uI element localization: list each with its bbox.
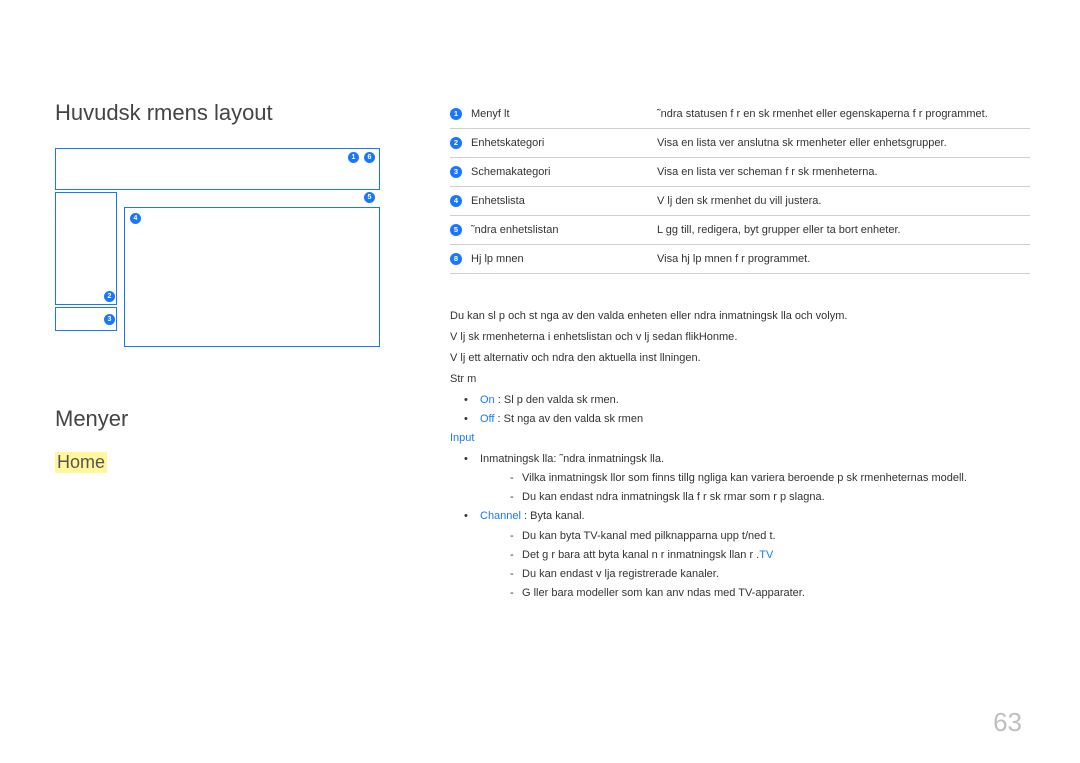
text: : Byta kanal. xyxy=(521,510,585,522)
list-item: Off : St nga av den valda sk rmen xyxy=(450,411,1030,428)
paragraph: V lj sk rmenheterna i enhetslistan och v… xyxy=(450,329,1030,346)
diagram-marker-4: 4 xyxy=(130,213,141,224)
list-item: Det g r bara att byta kanal n r inmatnin… xyxy=(480,547,1030,564)
legend-label: Schemakategori xyxy=(471,166,636,178)
paragraph: V lj ett alternativ och ndra den aktuell… xyxy=(450,350,1030,367)
text: : Sl p den valda sk rmen. xyxy=(495,394,619,406)
legend-desc: V lj den sk rmenhet du vill justera. xyxy=(657,195,1030,207)
diagram-box-main xyxy=(124,207,380,347)
home-description: Du kan sl p och st nga av den valda enhe… xyxy=(450,308,1030,602)
list-item: Vilka inmatningsk llor som finns tillg n… xyxy=(480,470,1030,487)
content-columns: Huvudsk rmens layout 1 6 5 4 2 3 Menyer … xyxy=(55,100,1030,604)
legend-desc: ˜ndra statusen f r en sk rmenhet eller e… xyxy=(657,108,1030,120)
on-label: On xyxy=(480,394,495,406)
legend-desc: L gg till, redigera, byt grupper eller t… xyxy=(657,224,1030,236)
heading-home: Home xyxy=(55,452,107,473)
input-sublist: Vilka inmatningsk llor som finns tillg n… xyxy=(480,470,1030,506)
list-item: On : Sl p den valda sk rmen. xyxy=(450,392,1030,409)
page-number: 63 xyxy=(993,707,1022,738)
diagram-box-side-upper xyxy=(55,192,117,305)
channel-sublist: Du kan byta TV-kanal med pilknapparna up… xyxy=(480,528,1030,602)
legend-desc: Visa hj lp mnen f r programmet. xyxy=(657,253,1030,265)
legend-num: 8 xyxy=(450,253,462,265)
text: . xyxy=(734,331,737,343)
layout-diagram: 1 6 5 4 2 3 xyxy=(55,148,380,348)
diagram-marker-3: 3 xyxy=(104,314,115,325)
text: V lj sk rmenheterna i enhetslistan och v… xyxy=(450,331,734,343)
paragraph: Du kan sl p och st nga av den valda enhe… xyxy=(450,308,1030,325)
power-list: On : Sl p den valda sk rmen. Off : St ng… xyxy=(450,392,1030,428)
diagram-box-menubar xyxy=(55,148,380,190)
channel-label: Channel xyxy=(480,510,521,522)
legend-row: 4 Enhetslista V lj den sk rmenhet du vil… xyxy=(450,187,1030,216)
right-column: 1 Menyf lt ˜ndra statusen f r en sk rmen… xyxy=(450,100,1030,604)
list-item: Du kan byta TV-kanal med pilknapparna up… xyxy=(480,528,1030,545)
heading-menus: Menyer xyxy=(55,406,380,432)
text: : St nga av den valda sk rmen xyxy=(494,413,643,425)
legend-label: Enhetskategori xyxy=(471,137,636,149)
legend-label: Hj lp mnen xyxy=(471,253,636,265)
legend-row: 2 Enhetskategori Visa en lista ver anslu… xyxy=(450,129,1030,158)
legend-num: 3 xyxy=(450,166,462,178)
legend-desc: Visa en lista ver scheman f r sk rmenhet… xyxy=(657,166,1030,178)
legend-row: 5 ˜ndra enhetslistan L gg till, redigera… xyxy=(450,216,1030,245)
heading-layout: Huvudsk rmens layout xyxy=(55,100,380,126)
label-input: Input xyxy=(450,430,1030,447)
left-column: Huvudsk rmens layout 1 6 5 4 2 3 Menyer … xyxy=(55,100,380,604)
legend-row: 8 Hj lp mnen Visa hj lp mnen f r program… xyxy=(450,245,1030,274)
diagram-marker-2: 2 xyxy=(104,291,115,302)
legend-num: 5 xyxy=(450,224,462,236)
off-label: Off xyxy=(480,413,494,425)
legend-label: ˜ndra enhetslistan xyxy=(471,224,636,236)
list-item: G ller bara modeller som kan anv ndas me… xyxy=(480,585,1030,602)
tv-label: TV xyxy=(759,549,773,561)
legend-num: 4 xyxy=(450,195,462,207)
page: Huvudsk rmens layout 1 6 5 4 2 3 Menyer … xyxy=(0,0,1080,763)
list-item: Inmatningsk lla: ˜ndra inmatningsk lla. … xyxy=(450,451,1030,506)
legend-desc: Visa en lista ver anslutna sk rmenheter … xyxy=(657,137,1030,149)
label-power: Str m xyxy=(450,371,1030,388)
diagram-marker-1: 1 xyxy=(348,152,359,163)
legend-num: 2 xyxy=(450,137,462,149)
legend-label: Enhetslista xyxy=(471,195,636,207)
diagram-marker-6: 6 xyxy=(364,152,375,163)
legend-num: 1 xyxy=(450,108,462,120)
text: Det g r bara att byta kanal n r inmatnin… xyxy=(522,549,759,561)
list-item: Du kan endast ndra inmatningsk lla f r s… xyxy=(480,489,1030,506)
legend-row: 3 Schemakategori Visa en lista ver schem… xyxy=(450,158,1030,187)
diagram-marker-5: 5 xyxy=(364,192,375,203)
list-item: Channel : Byta kanal. Du kan byta TV-kan… xyxy=(450,508,1030,601)
legend-table: 1 Menyf lt ˜ndra statusen f r en sk rmen… xyxy=(450,100,1030,274)
input-list: Inmatningsk lla: ˜ndra inmatningsk lla. … xyxy=(450,451,1030,601)
text: Inmatningsk lla: ˜ndra inmatningsk lla. xyxy=(480,453,664,465)
legend-row: 1 Menyf lt ˜ndra statusen f r en sk rmen… xyxy=(450,100,1030,129)
legend-label: Menyf lt xyxy=(471,108,636,120)
list-item: Du kan endast v lja registrerade kanaler… xyxy=(480,566,1030,583)
